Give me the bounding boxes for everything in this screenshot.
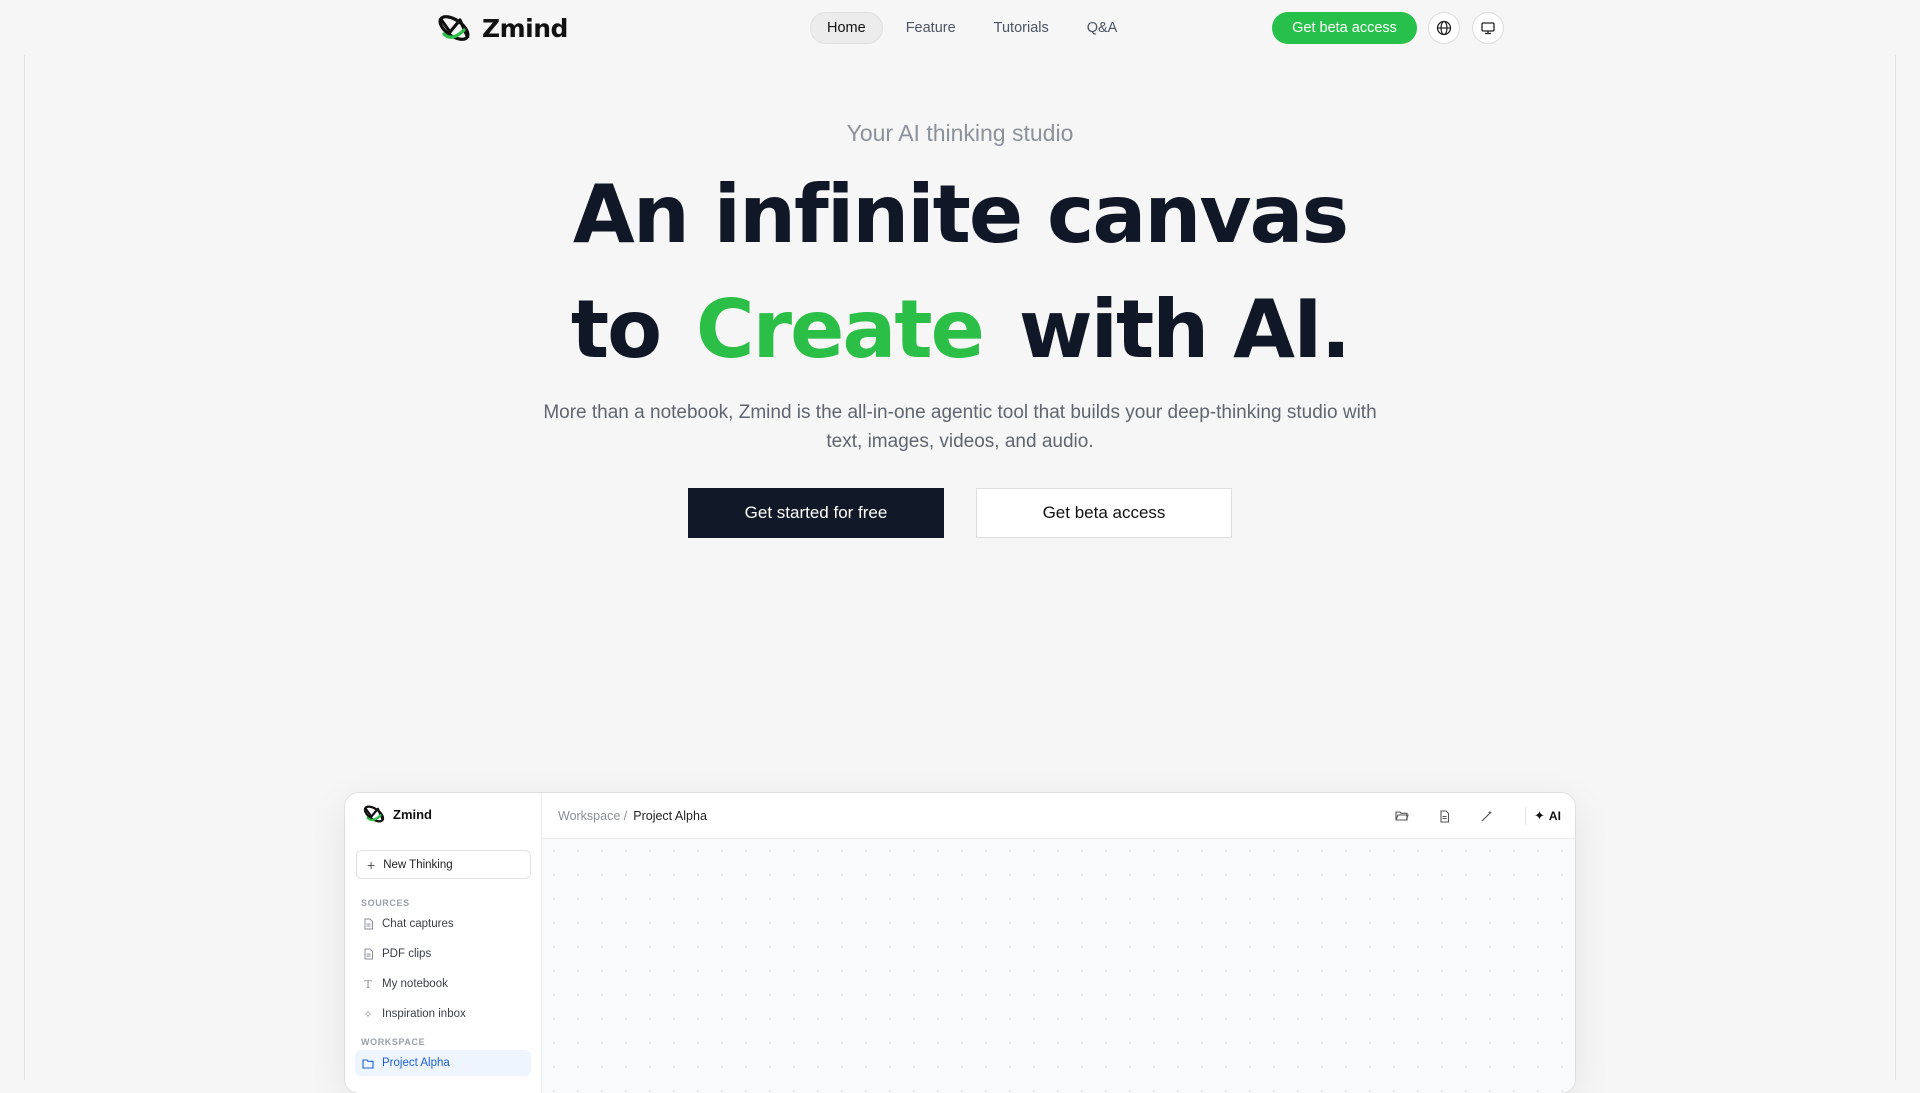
language-button[interactable]: [1428, 12, 1460, 44]
hero-beta-access-button[interactable]: Get beta access: [976, 488, 1232, 538]
zmind-logo-icon: [434, 12, 474, 44]
document-icon: [1439, 810, 1450, 823]
nav-links: Home Feature Tutorials Q&A: [810, 12, 1132, 44]
app-sidebar: Zmind + New Thinking SOURCES Chat captur…: [345, 793, 542, 1093]
new-thinking-button[interactable]: + New Thinking: [356, 850, 531, 879]
sidebar-item-label: Chat captures: [382, 918, 454, 930]
sidebar-item-label: Inspiration inbox: [382, 1008, 466, 1020]
hero-eyebrow: Your AI thinking studio: [0, 120, 1920, 147]
breadcrumb-parent[interactable]: Workspace /: [558, 809, 627, 823]
headline-prefix: to: [571, 283, 660, 376]
document-icon: [362, 948, 374, 960]
app-main-area: Workspace / Project Alpha ✦ AI: [542, 793, 1575, 1093]
app-logo[interactable]: Zmind: [361, 803, 432, 825]
new-thinking-label: New Thinking: [383, 859, 452, 871]
top-navigation: Zmind Home Feature Tutorials Q&A Get bet…: [0, 0, 1920, 56]
nav-link-home[interactable]: Home: [810, 12, 883, 44]
breadcrumb-current: Project Alpha: [633, 809, 707, 823]
open-folder-button[interactable]: [1394, 808, 1410, 824]
globe-icon: [1436, 20, 1452, 36]
nav-link-tutorials[interactable]: Tutorials: [979, 12, 1064, 44]
zmind-logo-icon: [361, 803, 387, 825]
app-preview-window: Zmind + New Thinking SOURCES Chat captur…: [345, 793, 1575, 1093]
headline-accent-word: Create: [696, 283, 983, 376]
get-started-button[interactable]: Get started for free: [688, 488, 944, 538]
brand-logo[interactable]: Zmind: [434, 11, 568, 45]
ai-button-label: AI: [1549, 809, 1561, 823]
theme-button[interactable]: [1472, 12, 1504, 44]
sidebar-item-inspiration-inbox[interactable]: ✧ Inspiration inbox: [355, 1001, 531, 1027]
hero-headline-line2: to Create with AI.: [0, 283, 1920, 376]
folder-open-icon: [1395, 810, 1409, 822]
sources-section-label: SOURCES: [361, 898, 410, 908]
plus-icon: +: [367, 858, 375, 872]
magic-wand-button[interactable]: [1478, 808, 1494, 824]
headline-suffix: with AI.: [1019, 283, 1349, 376]
infinite-canvas[interactable]: [542, 839, 1575, 1093]
sidebar-item-label: My notebook: [382, 978, 448, 990]
magic-wand-icon: [1480, 810, 1493, 823]
sidebar-item-label: Project Alpha: [382, 1057, 450, 1069]
breadcrumb: Workspace / Project Alpha: [558, 809, 707, 823]
sidebar-item-label: PDF clips: [382, 948, 431, 960]
nav-link-qa[interactable]: Q&A: [1072, 12, 1133, 44]
sparkle-icon: ✦: [1534, 808, 1545, 824]
workspace-section-label: WORKSPACE: [361, 1037, 425, 1047]
sidebar-item-chat-captures[interactable]: Chat captures: [355, 911, 531, 937]
app-brand-name: Zmind: [393, 807, 432, 822]
get-beta-access-button[interactable]: Get beta access: [1272, 12, 1417, 44]
sidebar-item-project-alpha[interactable]: Project Alpha: [355, 1050, 531, 1076]
brand-name: Zmind: [482, 14, 568, 43]
sidebar-item-pdf-clips[interactable]: PDF clips: [355, 941, 531, 967]
nav-link-feature[interactable]: Feature: [891, 12, 971, 44]
text-icon: T: [362, 978, 374, 990]
document-button[interactable]: [1436, 808, 1452, 824]
app-topbar: Workspace / Project Alpha ✦ AI: [542, 793, 1575, 839]
monitor-icon: [1480, 20, 1496, 36]
sparkle-icon: ✧: [362, 1008, 374, 1020]
hero-headline-line1: An infinite canvas: [0, 168, 1920, 261]
ai-button[interactable]: ✦ AI: [1525, 807, 1561, 825]
folder-icon: [362, 1057, 374, 1069]
sidebar-item-my-notebook[interactable]: T My notebook: [355, 971, 531, 997]
document-icon: [362, 918, 374, 930]
hero-description: More than a notebook, Zmind is the all-i…: [530, 398, 1390, 456]
